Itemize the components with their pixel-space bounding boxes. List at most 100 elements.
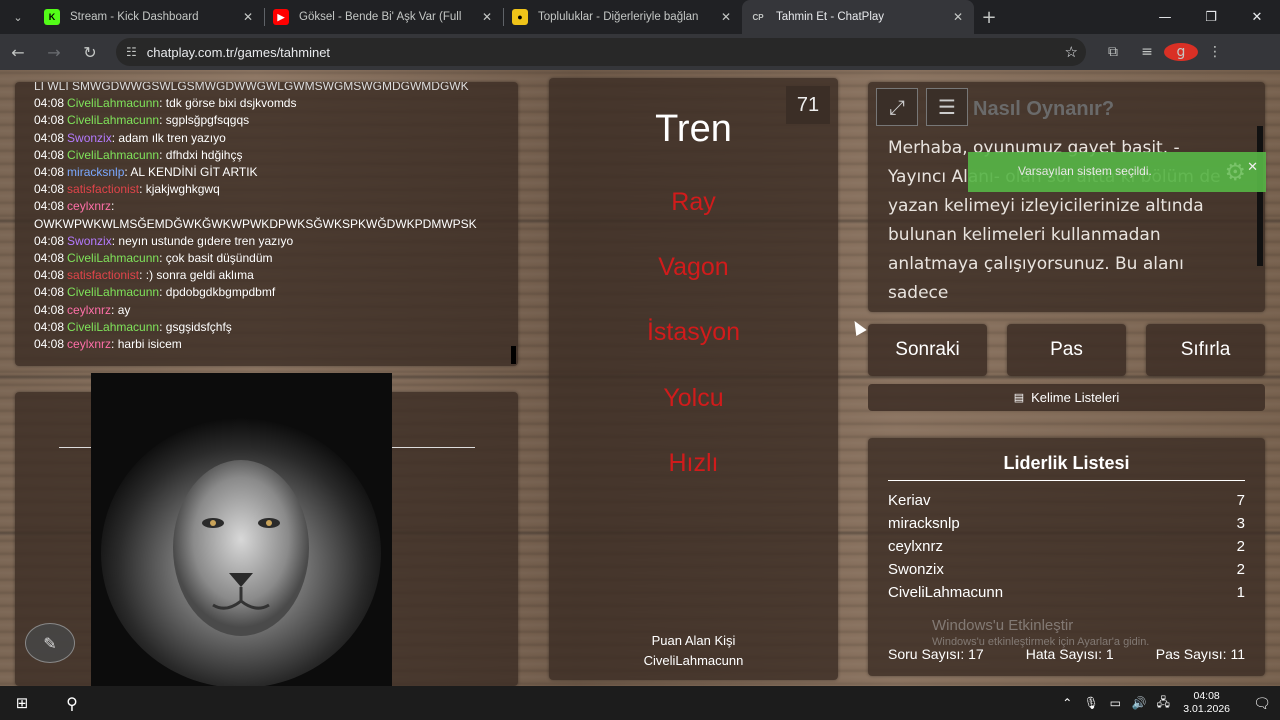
chat-separator: : (159, 251, 166, 266)
chat-username[interactable]: CiveliLahmacunn (67, 113, 159, 127)
chat-text: kjakjwghkgwq (145, 182, 220, 197)
chat-time: 04:08 (34, 319, 65, 334)
bookmark-star-icon[interactable]: ☆ (1065, 43, 1078, 61)
chat-time: 04:08 (34, 96, 65, 111)
chat-username[interactable]: ceylxnrz (67, 337, 111, 351)
site-info-icon[interactable]: ☷ (126, 45, 137, 59)
chat-time: 04:08 (34, 233, 65, 248)
chat-username[interactable]: ceylxnrz (67, 199, 111, 213)
tab-youtube[interactable]: ▶ Göksel - Bende Bi' Aşk Var (Full ✕ (265, 0, 503, 34)
word-lists-button[interactable]: ▤ Kelime Listeleri (868, 384, 1265, 411)
next-button[interactable]: Sonraki (868, 324, 987, 376)
close-toast-icon[interactable]: ✕ (1247, 159, 1258, 175)
leaderboard-row: CiveliLahmacunn 1 (888, 581, 1245, 604)
chat-username[interactable]: CiveliLahmacunn (67, 285, 159, 299)
chat-username[interactable]: CiveliLahmacunn (67, 96, 159, 110)
close-window-icon[interactable]: ✕ (1234, 0, 1280, 34)
tab-kick[interactable]: K Stream - Kick Dashboard ✕ (36, 0, 264, 34)
window-controls: — ❐ ✕ (1142, 0, 1280, 34)
system-tray: ⌃ 🎙 ▭ 🔊 🖧 04:08 3.01.2026 🗨 (1055, 686, 1280, 720)
microphone-icon[interactable]: 🎙 (1079, 696, 1103, 710)
leaderboard-score: 2 (1236, 538, 1245, 555)
chat-message: 04:08 CiveliLahmacunn: dpdobgdkbgmpdbmf (34, 284, 518, 301)
chevron-up-icon[interactable]: ⌃ (1055, 696, 1079, 710)
media-controls-icon[interactable]: ≡ (1130, 44, 1164, 60)
error-count: Hata Sayısı: 1 (1025, 646, 1114, 662)
taboo-word: Vagon (658, 253, 729, 281)
chat-username[interactable]: miracksnlp (67, 165, 124, 179)
display-icon[interactable]: ▭ (1103, 696, 1127, 710)
leaderboard-name: Swonzix (888, 561, 944, 578)
close-tab-icon[interactable]: ✕ (479, 10, 495, 24)
reload-icon[interactable]: ↻ (72, 34, 108, 70)
chat-cut-line: LI WLI SMWGDWWGSWLGSMWGDWWGWLGWMSWGMSWGM… (34, 82, 469, 93)
browser-toolbar: ← → ↻ ☷ chatplay.com.tr/games/tahminet ☆… (0, 34, 1280, 70)
back-icon[interactable]: ← (0, 34, 36, 70)
chat-scrollbar[interactable] (511, 346, 516, 364)
notification-icon[interactable]: 🗨 (1244, 695, 1280, 712)
kick-icon: K (44, 9, 60, 25)
chat-separator: : (159, 113, 166, 128)
target-word: Tren (655, 108, 732, 150)
new-tab-button[interactable]: + (974, 7, 1004, 28)
tab-title: Göksel - Bende Bi' Aşk Var (Full (299, 11, 462, 23)
game-page: LI WLI SMWGDWWGSWLGSMWGDWWGWLGWMSWGMSWGM… (0, 70, 1280, 686)
chat-message: 04:08 satisfactionist: kjakjwghkgwq (34, 181, 518, 198)
tab-chatplay[interactable]: CP Tahmin Et - ChatPlay ✕ (742, 0, 974, 34)
chat-username[interactable]: Swonzix (67, 131, 112, 145)
pass-button[interactable]: Pas (1007, 324, 1126, 376)
clock[interactable]: 04:08 3.01.2026 (1183, 690, 1230, 716)
close-tab-icon[interactable]: ✕ (950, 10, 966, 24)
chat-separator: : (111, 199, 115, 214)
fullscreen-icon[interactable]: ⤢ (876, 88, 918, 126)
chat-text: AL KENDİNİ GİT ARTIK (130, 165, 258, 180)
chat-username[interactable]: Swonzix (67, 234, 112, 248)
forward-icon[interactable]: → (36, 34, 72, 70)
tab-title: Tahmin Et - ChatPlay (776, 11, 885, 23)
document-icon[interactable]: ☰ (926, 88, 968, 126)
chat-separator: : (139, 182, 146, 197)
volume-icon[interactable]: 🔊 (1127, 696, 1151, 710)
extensions-icon[interactable]: ⧉ (1096, 44, 1130, 60)
leaderboard-name: ceylxnrz (888, 538, 944, 555)
chat-time: 04:08 (34, 268, 65, 283)
leaderboard-score: 1 (1236, 584, 1245, 601)
windows-start-icon[interactable]: ⊞ (0, 694, 44, 712)
info-scrollbar[interactable] (1257, 126, 1263, 266)
clock-time: 04:08 (1193, 690, 1220, 702)
chat-panel: LI WLI SMWGDWWGSWLGSMWGDWWGWLGWMSWGMSWGM… (15, 82, 518, 366)
chat-username[interactable]: satisfactionist (67, 182, 139, 196)
chat-message: 04:08 Swonzix: adam ılk tren yazıyo (34, 130, 518, 147)
chat-time: 04:08 (34, 113, 65, 128)
network-icon[interactable]: 🖧 (1151, 693, 1175, 714)
taboo-word: Hızlı (668, 449, 719, 477)
chat-username[interactable]: CiveliLahmacunn (67, 320, 159, 334)
tab-search-chevron-icon[interactable]: ⌄ (0, 0, 36, 34)
tab-communities[interactable]: ● Topluluklar - Diğerleriyle bağlan ✕ (504, 0, 742, 34)
chat-time: 04:08 (34, 251, 65, 266)
chat-username[interactable]: ceylxnrz (67, 303, 111, 317)
chat-message: 04:08 CiveliLahmacunn: gsgşidsfçhfş (34, 319, 518, 336)
profile-initial: g (1164, 43, 1198, 61)
chat-username[interactable]: satisfactionist (67, 268, 139, 282)
chat-separator: : (139, 268, 146, 283)
close-tab-icon[interactable]: ✕ (240, 10, 256, 24)
chat-message: 04:08 satisfactionist: :) sonra geldi akl… (34, 267, 518, 284)
word-lists-label: Kelime Listeleri (1031, 390, 1120, 405)
mic-edit-button[interactable]: ✎ (25, 623, 75, 663)
address-bar[interactable]: ☷ chatplay.com.tr/games/tahminet ☆ (116, 38, 1086, 66)
chat-time: 04:08 (34, 302, 65, 317)
profile-avatar[interactable]: g (1164, 43, 1198, 61)
close-tab-icon[interactable]: ✕ (718, 10, 734, 24)
minimize-icon[interactable]: — (1142, 0, 1188, 34)
restore-icon[interactable]: ❐ (1188, 0, 1234, 34)
chat-separator: : (111, 302, 118, 317)
chat-username[interactable]: CiveliLahmacunn (67, 148, 159, 162)
menu-kebab-icon[interactable]: ⋮ (1198, 44, 1232, 60)
leaderboard-row: Swonzix 2 (888, 558, 1245, 581)
chat-username[interactable]: CiveliLahmacunn (67, 251, 159, 265)
reset-button[interactable]: Sıfırla (1146, 324, 1265, 376)
watermark-title: Windows'u Etkinleştir (932, 617, 1074, 634)
search-icon[interactable]: ⚲ (44, 694, 100, 713)
community-icon: ● (512, 9, 528, 25)
